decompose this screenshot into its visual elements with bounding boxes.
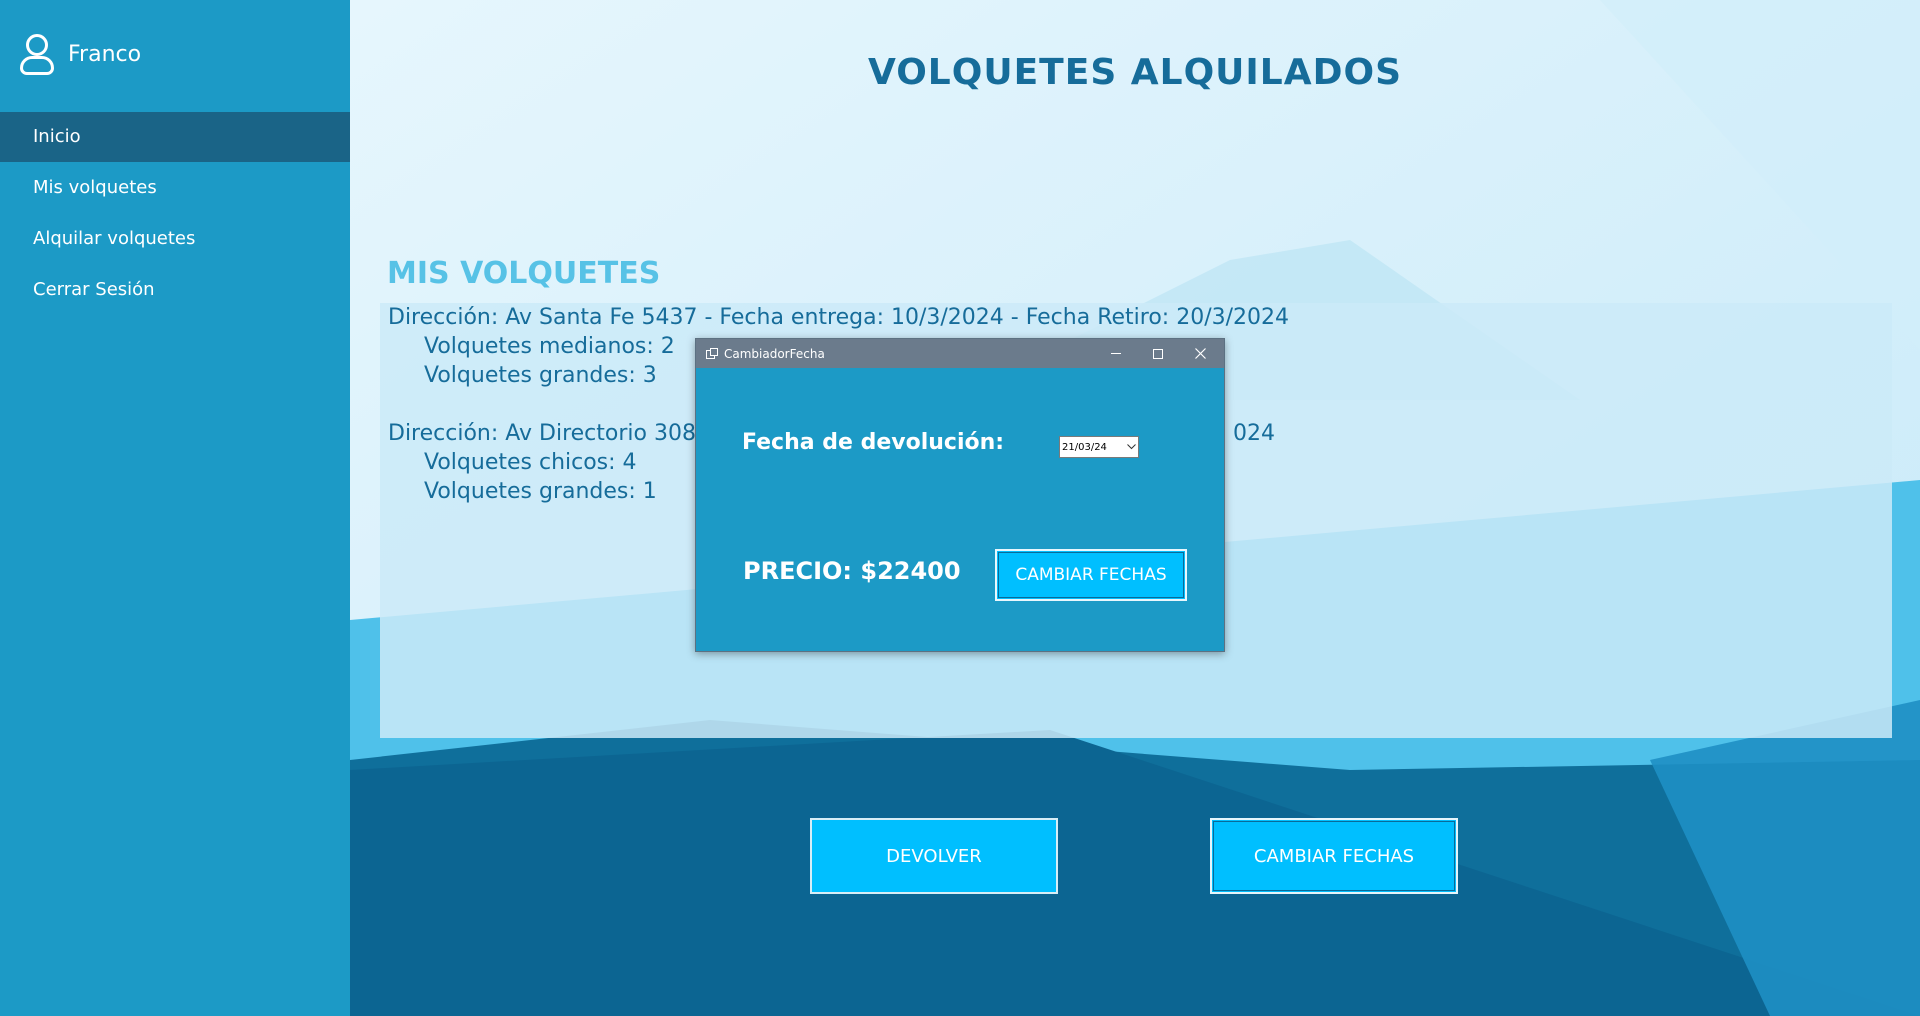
page-title: VOLQUETES ALQUILADOS xyxy=(867,52,1403,93)
close-icon[interactable] xyxy=(1180,339,1220,368)
fecha-devolucion-picker[interactable]: 21/03/24 xyxy=(1059,436,1139,458)
rental-line: Volquetes chicos: 4 xyxy=(424,450,637,475)
dialog-title: CambiadorFecha xyxy=(724,346,825,361)
sidebar: Franco Inicio Mis volquetes Alquilar vol… xyxy=(0,0,350,1016)
rental-header: Dirección: Av Directorio 3082 xyxy=(388,421,710,446)
section-title: MIS VOLQUETES xyxy=(387,256,661,291)
rental-line: Volquetes grandes: 1 xyxy=(424,479,657,504)
rental-header-fragment: 024 xyxy=(1233,421,1275,446)
fecha-devolucion-label: Fecha de devolución: xyxy=(742,430,1005,455)
dialog-titlebar[interactable]: CambiadorFecha xyxy=(696,339,1224,368)
sidebar-item-cerrar-sesion[interactable]: Cerrar Sesión xyxy=(0,265,350,315)
sidebar-item-mis-volquetes[interactable]: Mis volquetes xyxy=(0,163,350,213)
rental-header: Dirección: Av Santa Fe 5437 - Fecha entr… xyxy=(388,305,1290,330)
chevron-down-icon[interactable] xyxy=(1124,437,1138,457)
user-block: Franco xyxy=(18,32,141,76)
maximize-icon[interactable] xyxy=(1138,339,1178,368)
list-item: Dirección: Av Directorio 3082 Volquetes … xyxy=(388,419,710,506)
precio-label: PRECIO: $22400 xyxy=(743,557,961,585)
minimize-icon[interactable] xyxy=(1096,339,1136,368)
devolver-button[interactable]: DEVOLVER xyxy=(810,818,1058,894)
cambiador-fecha-dialog: CambiadorFecha Fecha de devolución: 21/0… xyxy=(695,338,1225,652)
dialog-cambiar-fechas-button[interactable]: CAMBIAR FECHAS xyxy=(995,549,1187,601)
cambiar-fechas-button[interactable]: CAMBIAR FECHAS xyxy=(1210,818,1458,894)
user-icon xyxy=(18,32,54,76)
sidebar-item-alquilar-volquetes[interactable]: Alquilar volquetes xyxy=(0,214,350,264)
date-value: 21/03/24 xyxy=(1062,441,1107,453)
window-app-icon xyxy=(706,348,718,359)
sidebar-item-inicio[interactable]: Inicio xyxy=(0,112,350,162)
user-name: Franco xyxy=(68,41,142,67)
